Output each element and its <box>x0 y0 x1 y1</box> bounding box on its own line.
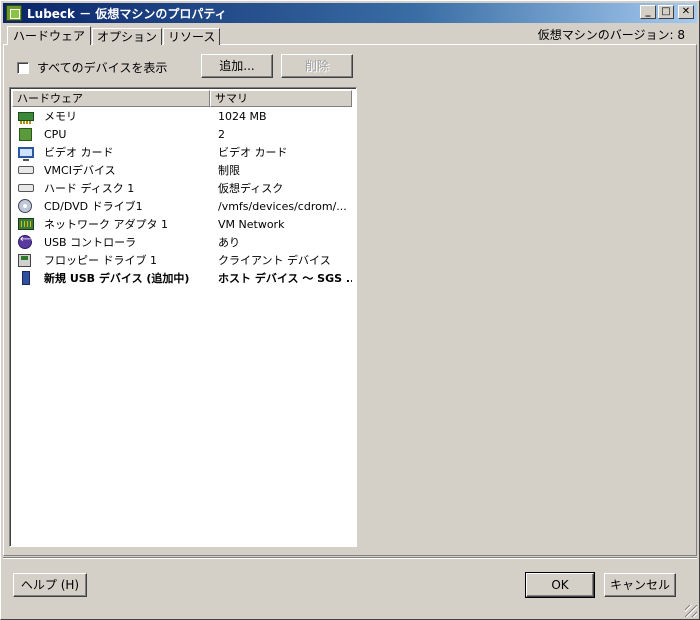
tab-strip: ハードウェア オプション リソース <box>7 26 221 45</box>
memory-icon <box>18 111 34 124</box>
hardware-name: VMCIデバイス <box>44 164 116 177</box>
network-adapter-icon <box>18 218 34 230</box>
column-header-summary[interactable]: サマリ <box>210 90 352 107</box>
remove-button[interactable]: 削除 <box>281 54 353 78</box>
hardware-row[interactable]: メモリ 1024 MB <box>12 107 356 125</box>
floppy-drive-icon <box>18 253 31 267</box>
hardware-name-cell: ネットワーク アダプタ 1 <box>12 216 212 232</box>
hardware-row[interactable]: CPU 2 <box>12 125 356 143</box>
title-bar[interactable]: Lubeck － 仮想マシンのプロパティ _ □ ✕ <box>3 3 697 23</box>
hardware-summary: 制限 <box>218 164 240 177</box>
cpu-icon <box>19 127 32 141</box>
usb-device-icon <box>22 271 30 285</box>
minimize-button[interactable]: _ <box>640 5 656 19</box>
tab-resources[interactable]: リソース <box>163 28 221 45</box>
hardware-name-cell: ビデオ カード <box>12 144 212 161</box>
hardware-summary: VM Network <box>218 217 285 231</box>
maximize-button[interactable]: □ <box>658 5 674 19</box>
hardware-name-cell: メモリ <box>12 108 212 124</box>
tab-options[interactable]: オプション <box>92 28 163 45</box>
hardware-row[interactable]: ビデオ カード ビデオ カード <box>12 143 356 161</box>
hardware-summary: 1024 MB <box>218 109 267 123</box>
hardware-name-cell: 新規 USB デバイス (追加中) <box>12 270 212 286</box>
hardware-row[interactable]: ネットワーク アダプタ 1 VM Network <box>12 215 356 233</box>
hardware-name: USB コントローラ <box>44 236 137 249</box>
hardware-rows: メモリ 1024 MB CPU 2 ビデオ カード ビデオ カード VMCIデバイス 制限ハー… <box>10 107 356 287</box>
show-all-devices[interactable]: すべてのデバイスを表示 <box>17 59 167 76</box>
video-card-icon <box>18 146 34 161</box>
hardware-row[interactable]: USB コントローラ あり <box>12 233 356 251</box>
hard-disk-icon <box>18 184 34 192</box>
hardware-name: ハード ディスク 1 <box>44 182 135 195</box>
hardware-summary: /vmfs/devices/cdrom/... <box>218 199 347 213</box>
hardware-name-cell: CD/DVD ドライブ1 <box>12 198 212 214</box>
vm-version-label: 仮想マシンのバージョン: 8 <box>537 28 685 42</box>
add-button[interactable]: 追加... <box>201 54 273 78</box>
hardware-name: ネットワーク アダプタ 1 <box>44 218 168 231</box>
hardware-summary: 2 <box>218 127 225 141</box>
hardware-name: CPU <box>44 127 67 141</box>
hardware-summary: ホスト デバイス 〜 SGS ... <box>218 272 352 285</box>
hardware-name-cell: ハード ディスク 1 <box>12 180 212 196</box>
hardware-name-cell: CPU <box>12 127 212 141</box>
hardware-name: メモリ <box>44 110 77 123</box>
window-title: Lubeck － 仮想マシンのプロパティ <box>27 6 227 21</box>
hardware-name: CD/DVD ドライブ1 <box>44 200 143 213</box>
hardware-name-cell: USB コントローラ <box>12 234 212 250</box>
tab-hardware[interactable]: ハードウェア <box>7 26 92 45</box>
hardware-row[interactable]: ハード ディスク 1 仮想ディスク <box>12 179 356 197</box>
hardware-summary: 仮想ディスク <box>218 182 284 195</box>
vm-app-icon <box>6 5 22 21</box>
hardware-summary: あり <box>218 236 240 249</box>
title-bar-buttons: _ □ ✕ <box>640 5 694 19</box>
hardware-name: ビデオ カード <box>44 146 114 159</box>
show-all-devices-label: すべてのデバイスを表示 <box>37 61 168 75</box>
hardware-row[interactable]: 新規 USB デバイス (追加中) ホスト デバイス 〜 SGS ... <box>12 269 356 287</box>
column-header-hardware[interactable]: ハードウェア <box>12 90 210 107</box>
usb-controller-icon <box>18 234 34 249</box>
hardware-name-cell: フロッピー ドライブ 1 <box>12 252 212 268</box>
cd-dvd-icon <box>18 199 32 213</box>
show-all-devices-checkbox[interactable] <box>17 61 29 74</box>
close-button[interactable]: ✕ <box>678 5 694 19</box>
hardware-name: 新規 USB デバイス (追加中) <box>44 272 190 285</box>
hardware-summary: ビデオ カード <box>218 146 288 159</box>
vmci-device-icon <box>18 166 34 174</box>
footer-separator <box>3 557 697 559</box>
resize-grip[interactable] <box>685 605 697 617</box>
hardware-row[interactable]: CD/DVD ドライブ1/vmfs/devices/cdrom/... <box>12 197 356 215</box>
help-button[interactable]: ヘルプ (H) <box>13 573 87 597</box>
hardware-row[interactable]: フロッピー ドライブ 1 クライアント デバイス <box>12 251 356 269</box>
vm-properties-window: Lubeck － 仮想マシンのプロパティ _ □ ✕ ハードウェア オプション … <box>0 0 700 620</box>
hardware-name-cell: VMCIデバイス <box>12 162 212 178</box>
cancel-button[interactable]: キャンセル <box>604 573 676 597</box>
ok-button[interactable]: OK <box>525 572 595 598</box>
hardware-list[interactable]: ハードウェア サマリ メモリ 1024 MB CPU 2 ビデオ カード ビデオ カード V… <box>9 87 357 547</box>
hardware-row[interactable]: VMCIデバイス 制限 <box>12 161 356 179</box>
hardware-name: フロッピー ドライブ 1 <box>44 254 157 267</box>
hardware-list-header: ハードウェア サマリ <box>12 90 354 107</box>
hardware-summary: クライアント デバイス <box>218 254 331 267</box>
